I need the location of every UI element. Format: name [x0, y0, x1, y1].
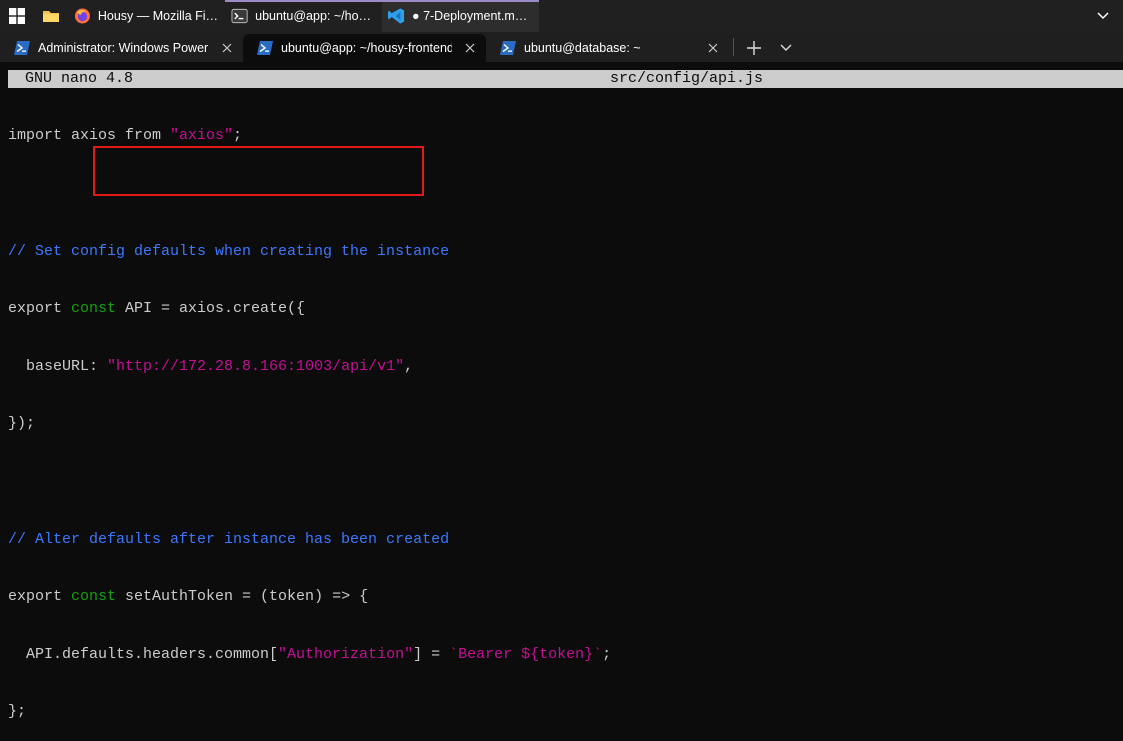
tab-separator [733, 38, 734, 56]
nano-filename: src/config/api.js [610, 70, 764, 87]
tab-powershell[interactable]: Administrator: Windows PowerS [0, 34, 243, 62]
firefox-icon [74, 8, 90, 24]
start-button[interactable] [0, 0, 34, 32]
folder-icon [43, 11, 59, 22]
powershell-icon [257, 41, 273, 55]
taskbar-app-label: Housy — Mozilla Fire... [97, 9, 219, 23]
windows-taskbar: Housy — Mozilla Fire... ubuntu@app: ~/ho… [0, 0, 1123, 32]
close-tab-button[interactable] [460, 38, 480, 58]
plus-icon [747, 41, 761, 55]
show-hidden-icons-button[interactable] [1083, 0, 1123, 32]
tab-label: Administrator: Windows PowerS [38, 41, 209, 55]
terminal-tab-bar: Administrator: Windows PowerS ubuntu@app… [0, 32, 1123, 62]
nano-title-bar: GNU nano 4.8 src/config/api.js [8, 70, 1123, 88]
code-line: baseURL: "http://172.28.8.166:1003/api/v… [8, 357, 414, 375]
chevron-down-icon [780, 44, 792, 51]
code-line: // Alter defaults after instance has bee… [8, 530, 450, 548]
close-icon [222, 43, 232, 53]
code-line: export const API = axios.create({ [8, 300, 306, 318]
close-tab-button[interactable] [703, 38, 723, 58]
tab-label: ubuntu@database: ~ [524, 41, 641, 55]
running-indicator [382, 0, 539, 2]
powershell-icon [14, 41, 30, 55]
powershell-icon [500, 41, 516, 55]
vscode-icon [388, 8, 405, 24]
annotation-highlight-box [93, 146, 424, 196]
code-line: API.defaults.headers.common["Authorizati… [8, 645, 612, 663]
new-tab-dropdown-button[interactable] [770, 34, 802, 62]
windows-icon [9, 8, 25, 24]
tab-ubuntu-database[interactable]: ubuntu@database: ~ [486, 34, 729, 62]
taskbar-app-label: ubuntu@app: ~/hous... [255, 9, 376, 23]
code-line: // Set config defaults when creating the… [8, 242, 450, 260]
close-tab-button[interactable] [217, 38, 237, 58]
tab-label: ubuntu@app: ~/housy-frontend [281, 41, 452, 55]
close-icon [465, 43, 475, 53]
new-tab-button[interactable] [738, 34, 770, 62]
taskbar-app-vscode[interactable]: ● 7-Deployment.md -... [382, 0, 539, 32]
taskbar-app-terminal[interactable]: ubuntu@app: ~/hous... [225, 0, 382, 32]
taskbar-app-label: ● 7-Deployment.md -... [412, 9, 533, 23]
taskbar-app-firefox[interactable]: Housy — Mozilla Fire... [68, 0, 225, 32]
file-explorer-button[interactable] [34, 0, 68, 32]
chevron-down-icon [1097, 12, 1109, 20]
terminal-icon [231, 8, 248, 24]
code-line: }; [8, 703, 27, 721]
running-indicator [225, 0, 382, 2]
code-line: export const setAuthToken = (token) => { [8, 588, 369, 606]
close-icon [708, 43, 718, 53]
code-line: }); [8, 415, 36, 433]
code-line: import axios from "axios"; [8, 127, 243, 145]
tab-ubuntu-app[interactable]: ubuntu@app: ~/housy-frontend [243, 34, 486, 62]
nano-version: GNU nano 4.8 [25, 70, 134, 87]
